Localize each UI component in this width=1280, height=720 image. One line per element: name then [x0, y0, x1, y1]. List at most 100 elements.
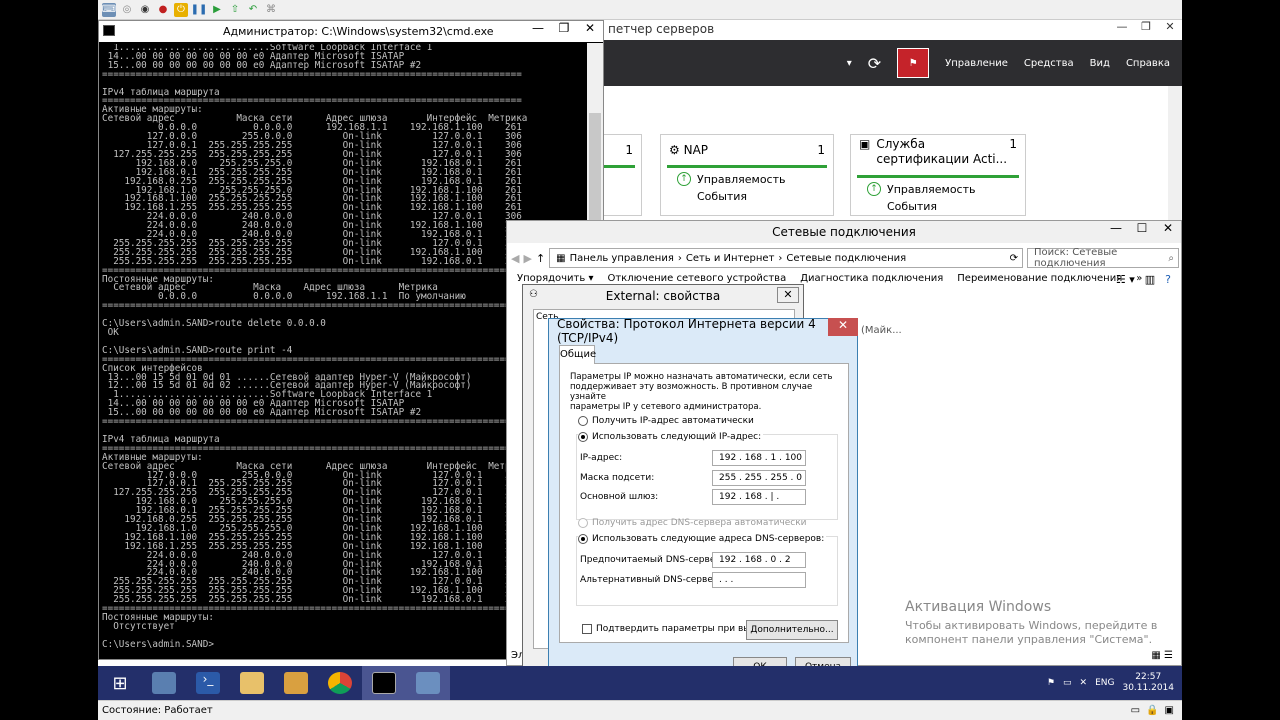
server-manager-taskbar-button[interactable]	[142, 666, 186, 700]
dialog-title: External: свойства	[605, 289, 721, 303]
disable-device-button[interactable]: Отключение сетевого устройства	[607, 273, 786, 284]
manual-ip-radio[interactable]: Использовать следующий IP-адрес:	[578, 432, 764, 442]
reset-icon[interactable]: ▶	[210, 3, 224, 17]
refresh-icon[interactable]: ⟳	[1010, 253, 1022, 264]
breadcrumb-control-panel[interactable]: Панель управления	[570, 253, 674, 264]
breadcrumb-network-connections[interactable]: Сетевые подключения	[786, 253, 906, 264]
start-icon[interactable]: ◎	[120, 3, 134, 17]
vm-toolbar: ⌨ ◎ ◉ ● ⏻ ❚❚ ▶ ⇧ ↶ ⌘	[98, 0, 1182, 20]
rename-button[interactable]: Переименование подключения	[957, 273, 1122, 284]
view-options-icon[interactable]: ☷ ▾	[1116, 273, 1135, 286]
control-panel-taskbar-button[interactable]	[274, 666, 318, 700]
maximize-button[interactable]: ❐	[1134, 20, 1158, 36]
server-manager-icon	[152, 672, 176, 694]
save-icon[interactable]: ⏻	[174, 2, 188, 17]
close-button[interactable]: ✕	[777, 287, 799, 303]
window-title: Сетевые подключения	[772, 225, 916, 239]
clock[interactable]: 22:57 30.11.2014	[1122, 672, 1174, 694]
guest-desktop: петчер серверов — ❐ ✕ ▾ ⟳ ⚑ Управление Сре…	[98, 20, 1182, 684]
help-icon[interactable]: ?	[1165, 273, 1171, 286]
up-icon[interactable]: ↑	[536, 252, 545, 265]
ip-address-input[interactable]: 192 . 168 . 1 . 100	[712, 450, 806, 466]
ipv4-properties-dialog: Свойства: Протокол Интернета версии 4 (T…	[548, 317, 858, 684]
diagnose-button[interactable]: Диагностика подключения	[800, 273, 943, 284]
auto-ip-radio[interactable]: Получить IP-адрес автоматически	[578, 416, 754, 426]
lock-icon: 🔒	[1146, 705, 1159, 716]
breadcrumb-network-internet[interactable]: Сеть и Интернет	[686, 253, 775, 264]
forward-icon[interactable]: ▶	[523, 252, 531, 265]
status-ok-icon: ↑	[867, 182, 881, 196]
preview-pane-icon[interactable]: ▥	[1145, 273, 1155, 286]
role-tile-adcs[interactable]: ▣ Служба сертификации Acti... 1 ↑ Управляемо…	[850, 134, 1026, 216]
close-button[interactable]: ✕	[1155, 221, 1181, 239]
cmd-taskbar-button[interactable]	[362, 666, 406, 700]
description-line2: поддерживает эту возможность. В противно…	[570, 382, 813, 402]
search-input[interactable]: Поиск: Сетевые подключения ⌕	[1027, 247, 1179, 269]
file-explorer-icon	[240, 672, 264, 694]
auto-dns-label: Получить адрес DNS-сервера автоматически	[592, 518, 807, 528]
tray-volume-icon[interactable]: ✕	[1080, 678, 1088, 688]
close-button[interactable]: ✕	[577, 21, 603, 39]
close-button[interactable]: ✕	[828, 318, 858, 336]
minimize-button[interactable]: —	[525, 21, 551, 39]
auto-dns-radio[interactable]: Получить адрес DNS-сервера автоматически	[578, 518, 807, 528]
refresh-icon[interactable]: ⟳	[868, 54, 881, 73]
manual-ip-label: Использовать следующий IP-адрес:	[592, 432, 762, 442]
control-panel-icon: ▦	[556, 252, 566, 264]
pause-icon[interactable]: ❚❚	[191, 3, 208, 17]
manageability-link[interactable]: Управляемость	[697, 173, 785, 186]
turn-off-icon[interactable]: ◉	[138, 3, 152, 17]
minimize-button[interactable]: —	[1103, 221, 1129, 239]
menu-manage[interactable]: Управление	[945, 58, 1008, 69]
subnet-mask-input[interactable]: 255 . 255 . 255 . 0	[712, 470, 806, 486]
vm-connection-window: ⌨ ◎ ◉ ● ⏻ ❚❚ ▶ ⇧ ↶ ⌘ петчер серверов — ❐ ✕…	[98, 0, 1182, 720]
tray-action-center-icon[interactable]: ⚑	[1047, 678, 1055, 688]
preferred-dns-label: Предпочитаемый DNS-сервер:	[580, 555, 725, 565]
advanced-button[interactable]: Дополнительно...	[746, 620, 838, 640]
powershell-taskbar-button[interactable]: ›_	[186, 666, 230, 700]
ctrl-alt-del-icon[interactable]: ⌨	[102, 2, 116, 17]
role-tile-1[interactable]: 1	[604, 134, 642, 216]
dialog-title: Свойства: Протокол Интернета версии 4 (T…	[557, 317, 816, 345]
manual-dns-radio[interactable]: Использовать следующие адреса DNS-сервер…	[578, 534, 827, 544]
network-taskbar-button[interactable]	[406, 666, 450, 700]
menu-help[interactable]: Справка	[1126, 58, 1170, 69]
notifications-flag-icon[interactable]: ⚑	[897, 48, 930, 78]
start-button[interactable]: ⊞	[98, 666, 142, 700]
close-button[interactable]: ✕	[1158, 20, 1182, 36]
back-icon[interactable]: ◀	[511, 252, 519, 265]
checkpoint-icon[interactable]: ⇧	[228, 3, 242, 17]
dropdown-icon[interactable]: ▾	[847, 58, 852, 69]
preferred-dns-input[interactable]: 192 . 168 . 0 . 2	[712, 552, 806, 568]
menu-view[interactable]: Вид	[1090, 58, 1110, 69]
tab-general[interactable]: Общие	[559, 345, 596, 364]
maximize-button[interactable]: ❐	[551, 21, 577, 39]
clock-date: 30.11.2014	[1122, 683, 1174, 693]
manageability-link[interactable]: Управляемость	[887, 183, 975, 196]
powershell-icon: ›_	[196, 672, 220, 694]
maximize-button[interactable]: ☐	[1129, 221, 1155, 239]
role-tile-nap[interactable]: ⚙ NAP 1 ↑ Управляемость События	[660, 134, 834, 216]
events-link[interactable]: События	[697, 190, 747, 203]
language-indicator[interactable]: ENG	[1095, 678, 1114, 688]
tray-network-icon[interactable]: ▭	[1063, 678, 1072, 688]
description-line1: Параметры IP можно назначать автоматичес…	[570, 372, 833, 382]
validate-on-exit-checkbox[interactable]: Подтвердить параметры при выходе	[582, 624, 773, 634]
minimize-button[interactable]: —	[1110, 20, 1134, 36]
organize-button[interactable]: Упорядочить ▾	[517, 273, 593, 284]
shutdown-icon[interactable]: ●	[156, 3, 170, 17]
address-bar[interactable]: ▦ Панель управления › Сеть и Интернет › Се…	[549, 248, 1023, 268]
search-placeholder: Поиск: Сетевые подключения	[1034, 247, 1118, 269]
view-toggle-icon[interactable]: ▦ ☰	[1151, 650, 1173, 661]
events-link[interactable]: События	[887, 200, 937, 213]
menu-tools[interactable]: Средства	[1024, 58, 1074, 69]
default-gateway-input[interactable]: 192 . 168 . | .	[712, 489, 806, 505]
revert-icon[interactable]: ↶	[246, 3, 260, 17]
alternate-dns-input[interactable]: . . .	[712, 572, 806, 588]
enhanced-session-icon[interactable]: ⌘	[264, 3, 278, 17]
chrome-taskbar-button[interactable]	[318, 666, 362, 700]
manual-dns-label: Использовать следующие адреса DNS-сервер…	[592, 534, 825, 544]
windows-logo-icon: ⊞	[112, 672, 128, 694]
explorer-taskbar-button[interactable]	[230, 666, 274, 700]
vm-status-bar: Состояние: Работает ▭ 🔒 ▣	[98, 700, 1182, 720]
